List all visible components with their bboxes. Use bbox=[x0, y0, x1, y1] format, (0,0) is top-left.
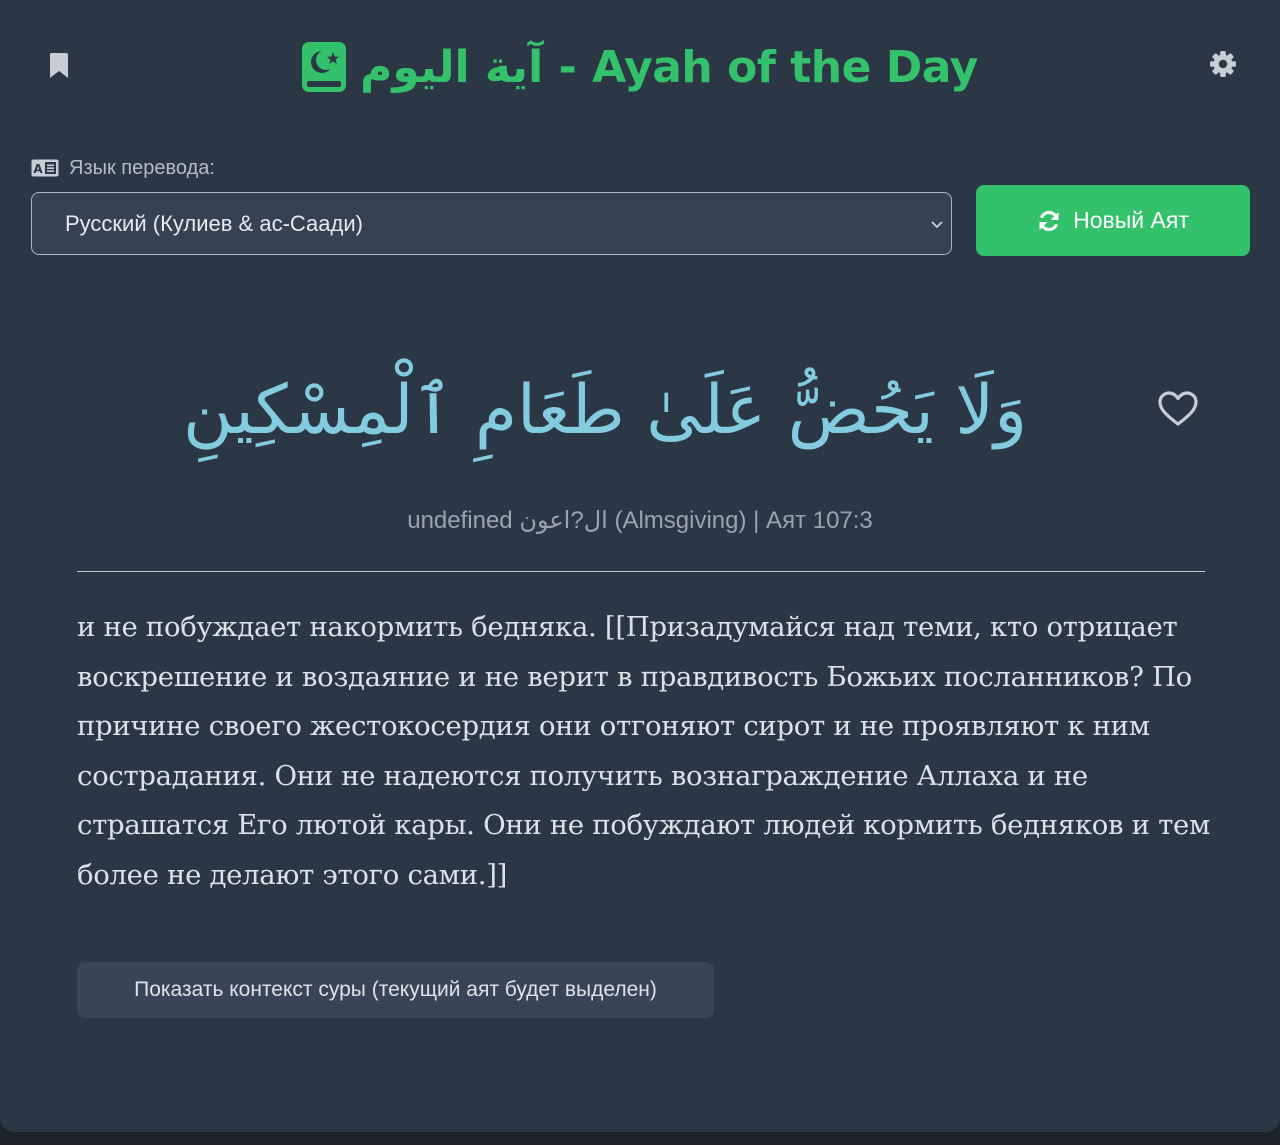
ayah-translation: и не побуждает накормить бедняка. [[Приз… bbox=[77, 611, 1211, 891]
app-title: آية اليوم - Ayah of the Day bbox=[0, 34, 1280, 100]
app-title-separator: - bbox=[543, 41, 593, 93]
language-select[interactable]: Русский (Кулиев & ас-Саади) bbox=[31, 192, 952, 255]
app-title-english: Ayah of the Day bbox=[592, 41, 978, 93]
language-icon: A bbox=[31, 159, 59, 177]
refresh-icon bbox=[1039, 210, 1059, 231]
show-context-button[interactable]: Показать контекст суры (текущий аят буде… bbox=[77, 962, 714, 1018]
show-context-label: Показать контекст суры (текущий аят буде… bbox=[134, 978, 657, 1001]
app-title-arabic: آية اليوم bbox=[360, 41, 544, 93]
settings-button[interactable] bbox=[1203, 44, 1243, 84]
heart-outline-icon bbox=[1158, 391, 1198, 426]
divider bbox=[77, 571, 1205, 572]
app-title-text: آية اليوم - Ayah of the Day bbox=[360, 42, 978, 93]
language-label: A Язык перевода: bbox=[31, 153, 215, 183]
language-label-text: Язык перевода: bbox=[69, 156, 215, 179]
chevron-down-icon bbox=[931, 221, 943, 229]
ayah-reference: undefined ال?اعون (Almsgiving) | Аят 107… bbox=[407, 506, 873, 534]
favorite-button[interactable] bbox=[1155, 387, 1201, 431]
quran-book-icon bbox=[302, 42, 347, 92]
new-ayah-label: Новый Аят bbox=[1073, 207, 1189, 233]
new-ayah-button[interactable]: Новый Аят bbox=[976, 185, 1250, 256]
language-select-value: Русский (Кулиев & ас-Саади) bbox=[65, 210, 363, 236]
svg-text:A: A bbox=[33, 162, 43, 176]
app-container: آية اليوم - Ayah of the Day A Язык перев… bbox=[0, 0, 1280, 1132]
gear-icon bbox=[1210, 51, 1236, 77]
ayah-arabic-text: وَلَا يَحُضُّ عَلَىٰ طَعَامِ ٱلْمِسْكِين… bbox=[182, 371, 1028, 450]
